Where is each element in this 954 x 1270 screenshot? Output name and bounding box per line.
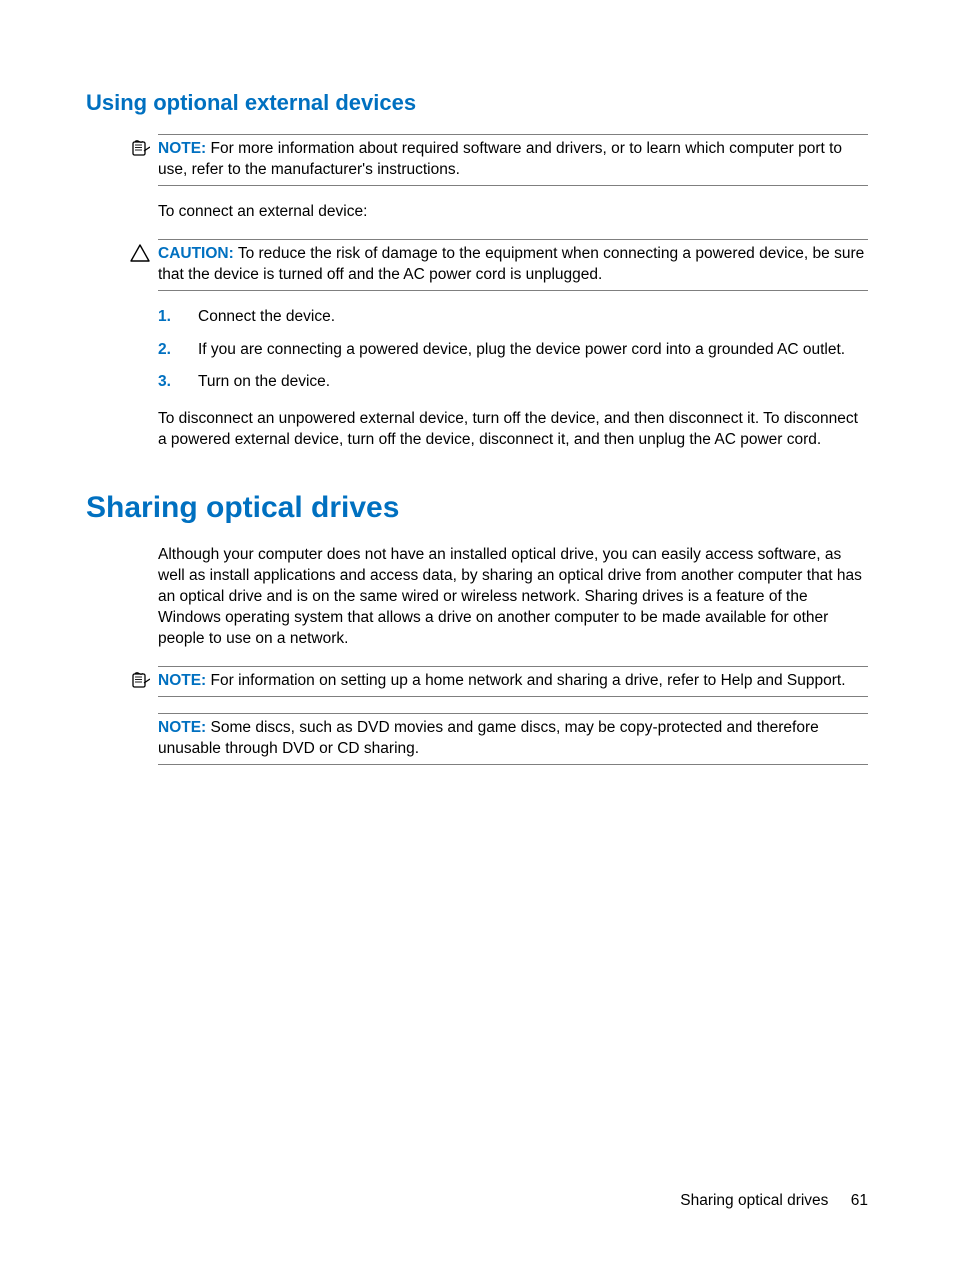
step-item: Connect the device. xyxy=(158,307,868,328)
caution-callout: CAUTION: To reduce the risk of damage to… xyxy=(158,239,868,291)
sharing-body: Although your computer does not have an … xyxy=(158,545,868,650)
caution-label: CAUTION: xyxy=(158,245,234,262)
steps-list: Connect the device. If you are connectin… xyxy=(158,307,868,394)
heading-sharing-optical-drives: Sharing optical drives xyxy=(86,491,868,525)
note-callout: NOTE: For more information about require… xyxy=(158,134,868,186)
step-item: Turn on the device. xyxy=(158,372,868,393)
note-text: Some discs, such as DVD movies and game … xyxy=(158,719,819,757)
footer-page-number: 61 xyxy=(851,1192,868,1209)
note-text: For more information about required soft… xyxy=(158,140,842,178)
note-label: NOTE: xyxy=(158,719,206,736)
note-label: NOTE: xyxy=(158,140,206,157)
disconnect-text: To disconnect an unpowered external devi… xyxy=(158,409,868,451)
note-callout: NOTE: For information on setting up a ho… xyxy=(158,666,868,697)
caution-text: To reduce the risk of damage to the equi… xyxy=(158,245,864,283)
note-callout-plain: NOTE: Some discs, such as DVD movies and… xyxy=(158,713,868,765)
document-page: Using optional external devices NOTE: Fo… xyxy=(0,0,954,1270)
caution-icon xyxy=(130,244,150,262)
footer-section-title: Sharing optical drives xyxy=(680,1192,828,1209)
page-footer: Sharing optical drives 61 xyxy=(680,1192,868,1210)
note-icon xyxy=(130,671,150,689)
intro-text: To connect an external device: xyxy=(158,202,868,223)
note-label: NOTE: xyxy=(158,672,206,689)
note-text: For information on setting up a home net… xyxy=(211,672,846,689)
heading-using-optional-external-devices: Using optional external devices xyxy=(86,90,868,116)
note-icon xyxy=(130,139,150,157)
step-item: If you are connecting a powered device, … xyxy=(158,340,868,361)
